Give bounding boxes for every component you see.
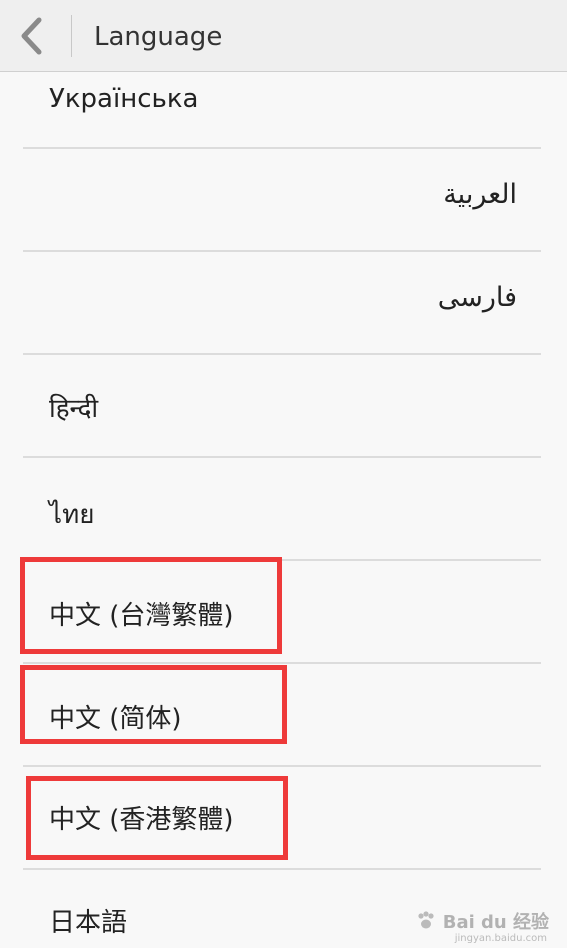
highlight-box [26, 776, 288, 860]
header-divider [71, 15, 72, 57]
language-label: Українська [49, 84, 199, 114]
language-item-hindi[interactable]: हिन्दी [0, 355, 567, 457]
watermark: Bai du 经验 jingyan.baidu.com [415, 908, 549, 944]
language-label: ไทย [49, 500, 95, 530]
back-button[interactable] [0, 0, 62, 72]
watermark-text: Bai du 经验 [442, 912, 549, 933]
language-label: हिन्दी [49, 394, 99, 424]
chevron-left-icon [21, 17, 42, 55]
language-item-thai[interactable]: ไทย [0, 458, 567, 560]
language-item-persian[interactable]: فارسی [0, 252, 567, 354]
language-item-ukrainian[interactable]: Українська [0, 72, 567, 148]
highlight-box [20, 557, 282, 654]
language-item-arabic[interactable]: العربية [0, 149, 567, 251]
language-label: العربية [443, 179, 517, 210]
paw-icon [418, 911, 434, 929]
watermark-subtext: jingyan.baidu.com [454, 933, 547, 944]
page-title: Language [94, 22, 223, 52]
language-label: 日本語 [49, 908, 128, 938]
language-label: فارسی [437, 282, 517, 313]
highlight-box [20, 665, 287, 744]
action-bar: Language [0, 0, 567, 72]
language-settings-screen: Language Українська العربية فارسی हिन्दी… [0, 0, 567, 948]
